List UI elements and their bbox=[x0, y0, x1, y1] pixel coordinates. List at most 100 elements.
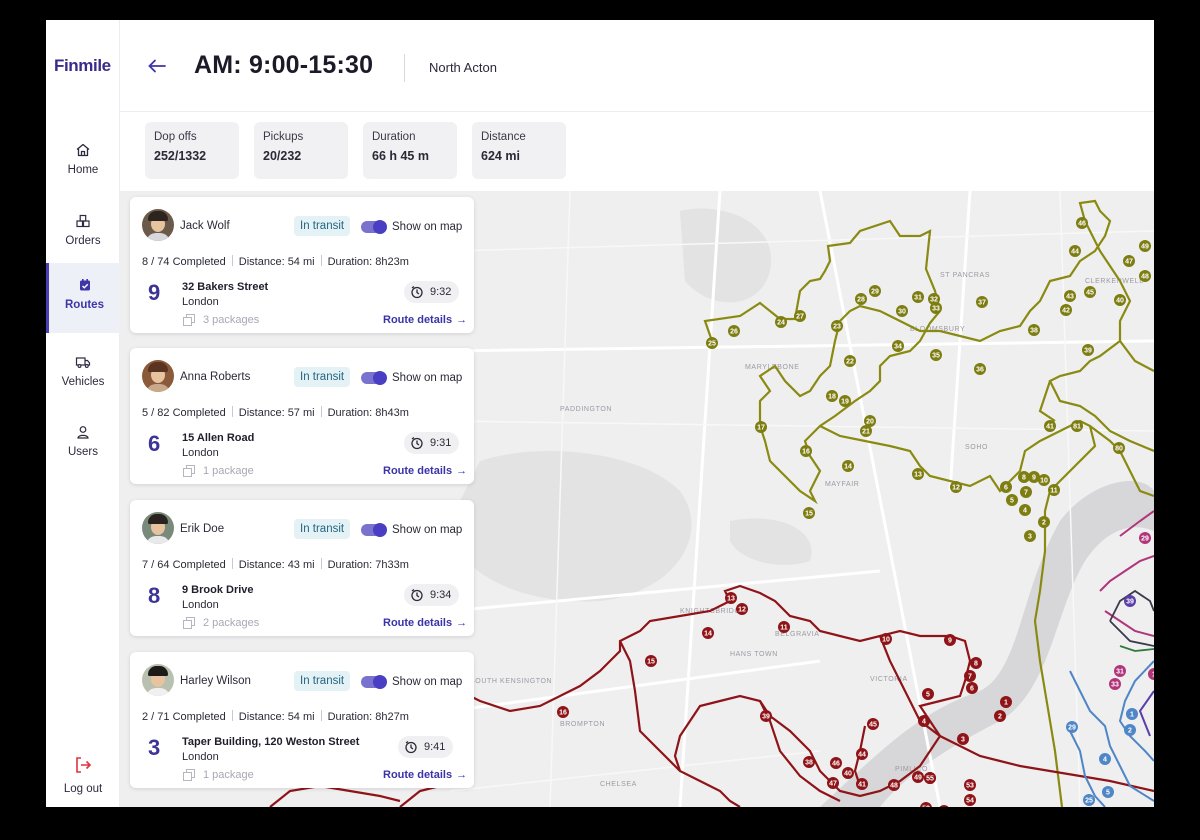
sidebar-item-users[interactable]: Users bbox=[46, 410, 120, 480]
app-logo[interactable]: Finmile bbox=[54, 56, 114, 76]
map-stop-marker[interactable]: 25 bbox=[1083, 794, 1095, 806]
map-stop-marker[interactable]: 44 bbox=[1069, 245, 1081, 257]
map-stop-marker[interactable]: 3 bbox=[957, 733, 969, 745]
map-stop-marker[interactable]: 46 bbox=[1076, 217, 1088, 229]
map-stop-marker[interactable]: 5 bbox=[922, 688, 934, 700]
map-stop-marker[interactable]: 27 bbox=[794, 310, 806, 322]
map-stop-marker[interactable]: 34 bbox=[892, 340, 904, 352]
map-stop-marker[interactable]: 20 bbox=[864, 415, 876, 427]
map-stop-marker[interactable]: 24 bbox=[775, 316, 787, 328]
map-stop-marker[interactable]: 1 bbox=[1126, 708, 1138, 720]
map-stop-marker[interactable]: 4 bbox=[1019, 504, 1031, 516]
map-stop-marker[interactable]: 35 bbox=[930, 349, 942, 361]
sidebar-item-routes[interactable]: Routes bbox=[46, 263, 120, 333]
show-on-map-toggle[interactable] bbox=[361, 523, 387, 537]
map-stop-marker[interactable]: 52 bbox=[920, 802, 932, 807]
map-stop-marker[interactable]: 4 bbox=[918, 715, 930, 727]
map-stop-marker[interactable]: 8 bbox=[1018, 471, 1030, 483]
map-stop-marker[interactable]: 8 bbox=[970, 657, 982, 669]
map-stop-marker[interactable]: 19 bbox=[839, 395, 851, 407]
route-card[interactable]: Jack Wolf In transit Show on map 8 / 74 … bbox=[130, 197, 474, 333]
map-stop-marker[interactable]: 80 bbox=[1113, 442, 1125, 454]
route-card[interactable]: Anna Roberts In transit Show on map 5 / … bbox=[130, 348, 474, 484]
map-stop-marker[interactable]: 47 bbox=[1123, 255, 1135, 267]
map-stop-marker[interactable]: 13 bbox=[725, 592, 737, 604]
map-stop-marker[interactable]: 1 bbox=[1148, 668, 1154, 680]
map-stop-marker[interactable]: 6 bbox=[1000, 481, 1012, 493]
sidebar-item-vehicles[interactable]: Vehicles bbox=[46, 340, 120, 410]
back-arrow-icon[interactable] bbox=[146, 56, 168, 76]
show-on-map-toggle[interactable] bbox=[361, 675, 387, 689]
map-stop-marker[interactable]: 16 bbox=[800, 445, 812, 457]
map-stop-marker[interactable]: 2 bbox=[1124, 724, 1136, 736]
map-stop-marker[interactable]: 31 bbox=[1114, 665, 1126, 677]
map-stop-marker[interactable]: 7 bbox=[964, 670, 976, 682]
map-stop-marker[interactable]: 43 bbox=[1064, 290, 1076, 302]
map-stop-marker[interactable]: 1 bbox=[1000, 696, 1012, 708]
route-details-link[interactable]: Route details → bbox=[383, 617, 467, 629]
map-stop-marker[interactable]: 2 bbox=[994, 710, 1006, 722]
route-details-link[interactable]: Route details → bbox=[383, 465, 467, 477]
map-stop-marker[interactable]: 5 bbox=[1102, 786, 1114, 798]
route-details-link[interactable]: Route details → bbox=[383, 314, 467, 326]
map-stop-marker[interactable]: 45 bbox=[867, 718, 879, 730]
map-stop-marker[interactable]: 15 bbox=[645, 655, 657, 667]
map-stop-marker[interactable]: 13 bbox=[912, 468, 924, 480]
map-stop-marker[interactable]: 6 bbox=[966, 682, 978, 694]
map-stop-marker[interactable]: 81 bbox=[1071, 420, 1083, 432]
route-card[interactable]: Erik Doe In transit Show on map 7 / 64 C… bbox=[130, 500, 474, 636]
map-stop-marker[interactable]: 7 bbox=[1020, 486, 1032, 498]
map-stop-marker[interactable]: 33 bbox=[1109, 678, 1121, 690]
map-stop-marker[interactable]: 25 bbox=[706, 337, 718, 349]
map-stop-marker[interactable]: 47 bbox=[827, 777, 839, 789]
map-stop-marker[interactable]: 49 bbox=[1139, 240, 1151, 252]
map-stop-marker[interactable]: 40 bbox=[1114, 294, 1126, 306]
sidebar-item-orders[interactable]: Orders bbox=[46, 199, 120, 269]
map-stop-marker[interactable]: 55 bbox=[924, 772, 936, 784]
map-stop-marker[interactable]: 39 bbox=[1124, 595, 1136, 607]
map-stop-marker[interactable]: 42 bbox=[1060, 304, 1072, 316]
map-stop-marker[interactable]: 28 bbox=[855, 293, 867, 305]
map-stop-marker[interactable]: 18 bbox=[826, 390, 838, 402]
map-stop-marker[interactable]: 38 bbox=[1028, 324, 1040, 336]
map-stop-marker[interactable]: 26 bbox=[728, 325, 740, 337]
map-stop-marker[interactable]: 46 bbox=[830, 757, 842, 769]
map-stop-marker[interactable]: 2 bbox=[1038, 516, 1050, 528]
map-stop-marker[interactable]: 9 bbox=[944, 634, 956, 646]
map-stop-marker[interactable]: 37 bbox=[976, 296, 988, 308]
map-stop-marker[interactable]: 36 bbox=[974, 363, 986, 375]
map-stop-marker[interactable]: 30 bbox=[896, 305, 908, 317]
map-stop-marker[interactable]: 29 bbox=[869, 285, 881, 297]
map-stop-marker[interactable]: 49 bbox=[912, 771, 924, 783]
map-stop-marker[interactable]: 45 bbox=[1084, 286, 1096, 298]
map-stop-marker[interactable]: 41 bbox=[856, 778, 868, 790]
logout-button[interactable]: Log out bbox=[46, 755, 120, 797]
show-on-map-toggle[interactable] bbox=[361, 371, 387, 385]
map-stop-marker[interactable]: 15 bbox=[803, 507, 815, 519]
map-stop-marker[interactable]: 41 bbox=[1044, 420, 1056, 432]
map-stop-marker[interactable]: 54 bbox=[964, 794, 976, 806]
map-stop-marker[interactable]: 23 bbox=[831, 320, 843, 332]
map-stop-marker[interactable]: 29 bbox=[1139, 532, 1151, 544]
map-stop-marker[interactable]: 39 bbox=[1082, 344, 1094, 356]
map-stop-marker[interactable]: 5 bbox=[1006, 494, 1018, 506]
route-card[interactable]: Harley Wilson In transit Show on map 2 /… bbox=[130, 652, 474, 788]
map-stop-marker[interactable]: 12 bbox=[950, 481, 962, 493]
map-stop-marker[interactable]: 14 bbox=[702, 627, 714, 639]
map-stop-marker[interactable]: 53 bbox=[964, 779, 976, 791]
map-stop-marker[interactable]: 3 bbox=[1024, 530, 1036, 542]
map-stop-marker[interactable]: 14 bbox=[842, 460, 854, 472]
map-stop-marker[interactable]: 39 bbox=[760, 710, 772, 722]
map-stop-marker[interactable]: 33 bbox=[930, 302, 942, 314]
map-stop-marker[interactable]: 40 bbox=[842, 767, 854, 779]
map-stop-marker[interactable]: 12 bbox=[736, 603, 748, 615]
map-stop-marker[interactable]: 11 bbox=[1048, 484, 1060, 496]
map-stop-marker[interactable]: 31 bbox=[912, 291, 924, 303]
route-details-link[interactable]: Route details → bbox=[383, 769, 467, 781]
map-stop-marker[interactable]: 48 bbox=[1139, 270, 1151, 282]
map-stop-marker[interactable]: 17 bbox=[755, 421, 767, 433]
map-stop-marker[interactable]: 10 bbox=[880, 633, 892, 645]
map-stop-marker[interactable]: 4 bbox=[1099, 753, 1111, 765]
map-stop-marker[interactable]: 29 bbox=[1066, 721, 1078, 733]
show-on-map-toggle[interactable] bbox=[361, 220, 387, 234]
